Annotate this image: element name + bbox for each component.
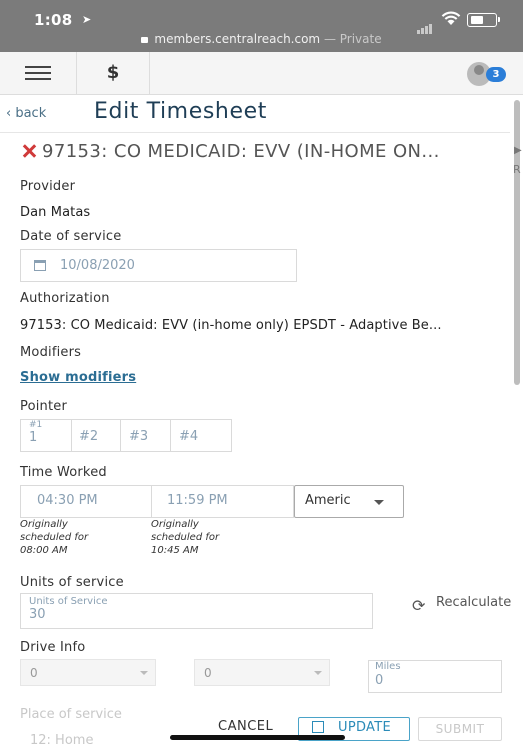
provider-value: Dan Matas: [20, 205, 91, 220]
browser-chrome: 1:08 ➤ members.centralreach.com — Privat…: [0, 0, 523, 52]
units-floating-label: Units of Service: [29, 596, 108, 607]
place-of-service-label: Place of service: [20, 707, 122, 722]
pointer-1-floating-label: #1: [29, 420, 43, 430]
drive-info-label: Drive Info: [20, 640, 86, 655]
units-of-service-value: 30: [29, 607, 46, 622]
edit-icon: [312, 721, 324, 733]
authorization-label: Authorization: [20, 291, 110, 306]
service-title: 97153: CO MEDICAID: EVV (IN-HOME ON...: [42, 141, 440, 162]
cancel-button[interactable]: CANCEL: [218, 719, 273, 734]
authorization-value: 97153: CO Medicaid: EVV (in-home only) E…: [20, 318, 442, 333]
chevron-down-icon: [140, 671, 148, 675]
lock-icon: [141, 37, 149, 43]
submit-button[interactable]: SUBMIT: [418, 717, 502, 741]
battery-icon: [467, 13, 497, 27]
timezone-value: Americ: [305, 493, 351, 508]
page-title: Edit Timesheet: [94, 99, 267, 124]
billing-button[interactable]: $: [77, 52, 150, 94]
pointer-1-value: 1: [29, 430, 38, 445]
location-arrow-icon: ➤: [82, 13, 92, 26]
drive-select-1[interactable]: [20, 659, 156, 686]
address-bar[interactable]: members.centralreach.com — Private: [0, 32, 523, 46]
next-arrow-icon[interactable]: ▶: [514, 145, 522, 156]
hamburger-icon-bar: [25, 72, 51, 74]
provider-label: Provider: [20, 179, 76, 194]
home-indicator[interactable]: [170, 735, 345, 740]
scrollbar-thumb[interactable]: [514, 100, 520, 385]
battery-tip: [498, 17, 500, 22]
pointer-2-placeholder: #2: [79, 429, 99, 444]
pointer-3-placeholder: #3: [129, 429, 149, 444]
start-original-line-2: scheduled for: [20, 532, 89, 543]
private-label: — Private: [323, 32, 382, 46]
modifiers-label: Modifiers: [20, 345, 82, 360]
end-time-value: 11:59 PM: [167, 493, 228, 508]
miles-floating-label: Miles: [375, 661, 401, 672]
pointer-label: Pointer: [20, 399, 68, 414]
end-original-schedule: Originally scheduled for 10:45 AM: [151, 518, 219, 557]
refresh-icon[interactable]: ⟳: [412, 596, 425, 615]
show-modifiers-link[interactable]: Show modifiers: [20, 370, 136, 385]
end-original-line-3: 10:45 AM: [151, 545, 199, 556]
next-label[interactable]: R: [513, 163, 521, 176]
pointer-field-1[interactable]: [20, 419, 72, 452]
date-of-service-label: Date of service: [20, 229, 122, 244]
drive-select-1-value: 0: [30, 666, 38, 680]
app-nav-bar: $ 3: [0, 52, 523, 95]
units-of-service-label: Units of service: [20, 575, 124, 590]
chevron-down-icon: [374, 500, 384, 505]
pointer-4-placeholder: #4: [179, 429, 199, 444]
url-text: members.centralreach.com: [154, 32, 321, 46]
menu-button[interactable]: [0, 52, 77, 94]
update-button-label: UPDATE: [338, 720, 391, 735]
time-worked-label: Time Worked: [20, 465, 107, 480]
start-time-value: 04:30 PM: [37, 493, 98, 508]
date-of-service-value: 10/08/2020: [60, 258, 135, 273]
back-link[interactable]: ‹ back: [6, 106, 46, 121]
status-time: 1:08: [34, 11, 73, 29]
header-divider: [0, 132, 510, 133]
wifi-icon: [441, 11, 461, 30]
close-icon[interactable]: [20, 142, 38, 160]
end-original-line-1: Originally: [151, 519, 199, 530]
chevron-down-icon: [314, 671, 322, 675]
start-original-line-3: 08:00 AM: [20, 545, 68, 556]
start-original-line-1: Originally: [20, 519, 68, 530]
notification-badge[interactable]: 3: [486, 67, 506, 82]
hamburger-icon-bar: [25, 78, 51, 80]
hamburger-icon-bar: [25, 66, 51, 68]
miles-value: 0: [375, 673, 384, 688]
calendar-icon: [34, 260, 46, 271]
end-original-line-2: scheduled for: [151, 532, 220, 543]
start-original-schedule: Originally scheduled for 08:00 AM: [20, 518, 88, 557]
recalculate-button[interactable]: Recalculate: [436, 595, 511, 610]
drive-select-2[interactable]: [194, 659, 330, 686]
drive-select-2-value: 0: [204, 666, 212, 680]
